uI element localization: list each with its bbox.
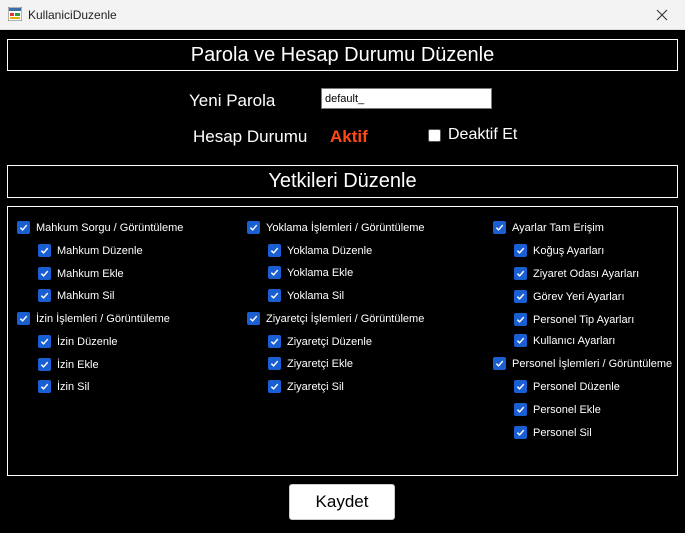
perm-group-label: Yoklama İşlemleri / Görüntüleme	[266, 221, 425, 234]
checkbox-checked-icon	[247, 312, 260, 325]
checkbox-checked-icon	[514, 380, 527, 393]
save-button[interactable]: Kaydet	[289, 484, 395, 520]
checkbox-checked-icon	[38, 358, 51, 371]
perm-kogus-ayarlari-checkbox[interactable]: Koğuş Ayarları	[514, 244, 604, 257]
checkbox-checked-icon	[514, 313, 527, 326]
perm-item-label: Koğuş Ayarları	[533, 244, 605, 257]
perm-item-label: Personel Tip Ayarları	[533, 313, 635, 326]
perm-item-label: Kullanıcı Ayarları	[533, 334, 616, 347]
perm-ziyaret-odasi-ayarlari-checkbox[interactable]: Ziyaret Odası Ayarları	[514, 267, 639, 280]
permissions-section-title: Yetkileri Düzenle	[268, 170, 417, 192]
account-section-title: Parola ve Hesap Durumu Düzenle	[190, 44, 495, 66]
perm-yoklama-group-checkbox[interactable]: Yoklama İşlemleri / Görüntüleme	[247, 221, 425, 234]
perm-item-label: Mahkum Düzenle	[57, 244, 143, 257]
perm-item-label: Ziyaretçi Sil	[287, 380, 344, 393]
checkbox-checked-icon	[38, 380, 51, 393]
app-icon	[7, 6, 23, 22]
checkbox-checked-icon	[17, 221, 30, 234]
checkbox-checked-icon	[268, 380, 281, 393]
perm-personel-duzenle-checkbox[interactable]: Personel Düzenle	[514, 380, 620, 393]
perm-personel-ekle-checkbox[interactable]: Personel Ekle	[514, 403, 601, 416]
perm-item-label: İzin Ekle	[57, 358, 99, 371]
checkbox-checked-icon	[268, 289, 281, 302]
deactivate-label: Deaktif Et	[448, 126, 518, 143]
perm-yoklama-duzenle-checkbox[interactable]: Yoklama Düzenle	[268, 244, 372, 257]
checkbox-unchecked-icon	[428, 128, 441, 142]
perm-mahkum-ekle-checkbox[interactable]: Mahkum Ekle	[38, 267, 124, 280]
checkbox-checked-icon	[38, 267, 51, 280]
perm-ziyaretci-duzenle-checkbox[interactable]: Ziyaretçi Düzenle	[268, 335, 372, 348]
account-status-label: Hesap Durumu	[193, 127, 308, 146]
checkbox-checked-icon	[268, 357, 281, 370]
perm-item-label: Mahkum Sil	[57, 289, 115, 302]
perm-personel-sil-checkbox[interactable]: Personel Sil	[514, 426, 592, 439]
perm-group-label: Ziyaretçi İşlemleri / Görüntüleme	[266, 312, 425, 325]
perm-item-label: İzin Sil	[57, 380, 90, 393]
perm-item-label: Ziyaretçi Düzenle	[287, 335, 372, 348]
perm-ziyaretci-ekle-checkbox[interactable]: Ziyaretçi Ekle	[268, 357, 353, 370]
checkbox-checked-icon	[514, 334, 527, 347]
checkbox-checked-icon	[268, 335, 281, 348]
title-bar: KullaniciDuzenle	[0, 0, 685, 30]
perm-mahkum-group-checkbox[interactable]: Mahkum Sorgu / Görüntüleme	[17, 221, 183, 234]
perm-ziyaretci-group-checkbox[interactable]: Ziyaretçi İşlemleri / Görüntüleme	[247, 312, 424, 325]
perm-item-label: Personel Düzenle	[533, 380, 620, 393]
perm-mahkum-duzenle-checkbox[interactable]: Mahkum Düzenle	[38, 244, 143, 257]
checkbox-checked-icon	[514, 267, 527, 280]
perm-group-label: Mahkum Sorgu / Görüntüleme	[36, 221, 184, 234]
perm-item-label: Yoklama Sil	[287, 289, 345, 302]
perm-mahkum-sil-checkbox[interactable]: Mahkum Sil	[38, 289, 114, 302]
perm-ayarlar-group-checkbox[interactable]: Ayarlar Tam Erişim	[493, 221, 604, 234]
checkbox-checked-icon	[514, 403, 527, 416]
perm-item-label: Personel Sil	[533, 426, 592, 439]
perm-personel-tip-ayarlari-checkbox[interactable]: Personel Tip Ayarları	[514, 313, 634, 326]
perm-item-label: Personel Ekle	[533, 403, 601, 416]
checkbox-checked-icon	[268, 266, 281, 279]
deactivate-checkbox[interactable]: Deaktif Et	[428, 126, 517, 144]
perm-izin-ekle-checkbox[interactable]: İzin Ekle	[38, 358, 99, 371]
account-section-header: Parola ve Hesap Durumu Düzenle	[7, 39, 678, 71]
close-button[interactable]	[639, 0, 685, 30]
perm-gorev-yeri-ayarlari-checkbox[interactable]: Görev Yeri Ayarları	[514, 290, 625, 303]
checkbox-checked-icon	[514, 290, 527, 303]
password-label: Yeni Parola	[189, 91, 276, 110]
perm-item-label: Mahkum Ekle	[57, 267, 124, 280]
checkbox-checked-icon	[514, 426, 527, 439]
perm-kullanici-ayarlari-checkbox[interactable]: Kullanıcı Ayarları	[514, 334, 615, 347]
perm-item-label: İzin Düzenle	[57, 335, 118, 348]
perm-personel-group-checkbox[interactable]: Personel İşlemleri / Görüntüleme	[493, 357, 672, 370]
checkbox-checked-icon	[268, 244, 281, 257]
perm-item-label: Ziyaret Odası Ayarları	[533, 267, 640, 280]
checkbox-checked-icon	[17, 312, 30, 325]
perm-izin-sil-checkbox[interactable]: İzin Sil	[38, 380, 89, 393]
checkbox-checked-icon	[38, 289, 51, 302]
checkbox-checked-icon	[493, 357, 506, 370]
perm-item-label: Yoklama Düzenle	[287, 244, 373, 257]
account-status-value: Aktif	[330, 127, 368, 146]
checkbox-checked-icon	[514, 244, 527, 257]
perm-izin-duzenle-checkbox[interactable]: İzin Düzenle	[38, 335, 118, 348]
perm-group-label: İzin İşlemleri / Görüntüleme	[36, 312, 170, 325]
close-icon	[656, 9, 668, 21]
perm-izin-group-checkbox[interactable]: İzin İşlemleri / Görüntüleme	[17, 312, 170, 325]
perm-group-label: Ayarlar Tam Erişim	[512, 221, 604, 234]
perm-yoklama-sil-checkbox[interactable]: Yoklama Sil	[268, 289, 344, 302]
perm-yoklama-ekle-checkbox[interactable]: Yoklama Ekle	[268, 266, 353, 279]
checkbox-checked-icon	[493, 221, 506, 234]
checkbox-checked-icon	[247, 221, 260, 234]
perm-item-label: Yoklama Ekle	[287, 266, 354, 279]
checkbox-checked-icon	[38, 335, 51, 348]
perm-item-label: Görev Yeri Ayarları	[533, 290, 625, 303]
password-input[interactable]	[321, 88, 492, 109]
perm-ziyaretci-sil-checkbox[interactable]: Ziyaretçi Sil	[268, 380, 344, 393]
checkbox-checked-icon	[38, 244, 51, 257]
perm-group-label: Personel İşlemleri / Görüntüleme	[512, 357, 673, 370]
perm-item-label: Ziyaretçi Ekle	[287, 357, 354, 370]
window-title: KullaniciDuzenle	[28, 8, 117, 22]
permissions-section-header: Yetkileri Düzenle	[7, 165, 678, 198]
